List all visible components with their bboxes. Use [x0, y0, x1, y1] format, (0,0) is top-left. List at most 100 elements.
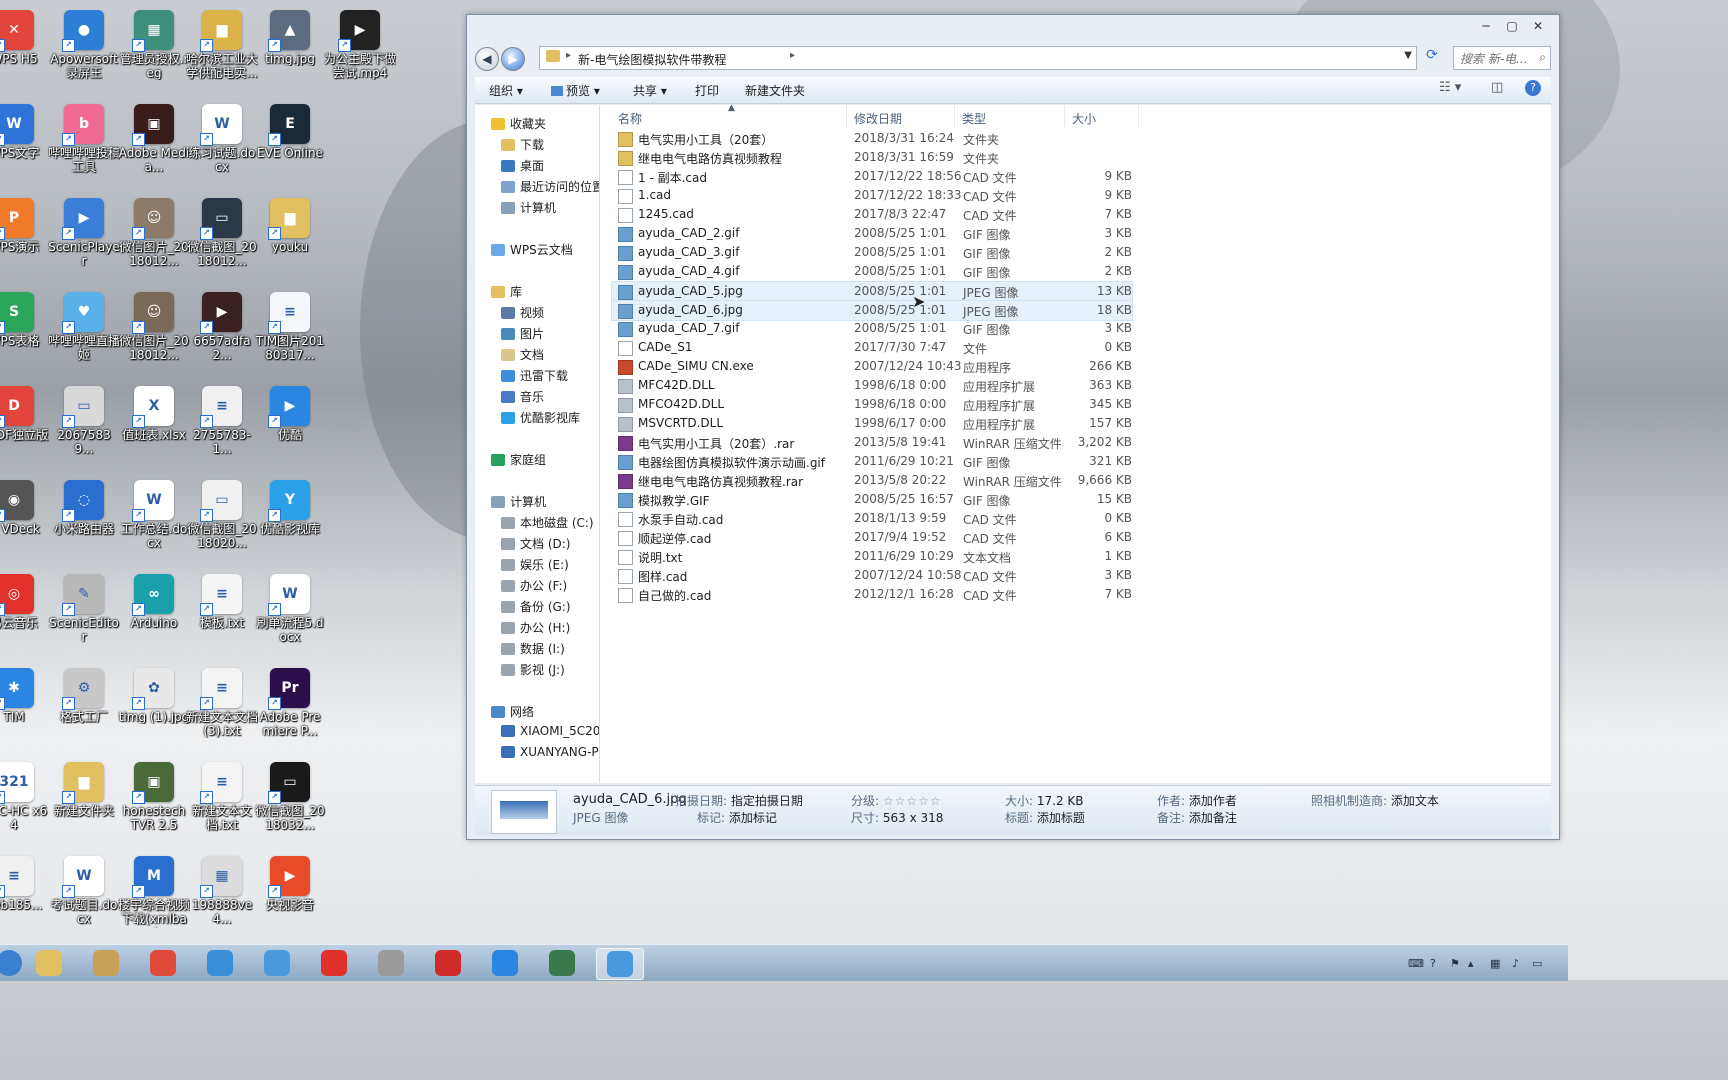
- desktop-icon[interactable]: b ↗ 哔哩哔哩投稿工具: [48, 98, 120, 190]
- desktop-icon[interactable]: ◌ ↗ 小米路由器: [48, 474, 120, 566]
- desktop-icon[interactable]: M↗楼宇综合视频下载(xmlbar): [118, 850, 190, 942]
- desktop-icon[interactable]: ≡ ↗ 模板.txt: [186, 568, 258, 660]
- column-name[interactable]: 名称: [618, 110, 642, 127]
- desktop-icon[interactable]: W↗WPS文字: [0, 98, 50, 190]
- rating-stars-icon[interactable]: ☆☆☆☆☆: [883, 794, 942, 808]
- desktop-icon[interactable]: X ↗ 值班表.xlsx: [118, 380, 190, 472]
- address-bar[interactable]: ▸ 新-电气绘图模拟软件带教程 ▸ ▼: [539, 46, 1417, 70]
- nav-fav-3[interactable]: 计算机: [501, 199, 556, 216]
- nav-drive-1[interactable]: 文档 (D:): [501, 535, 570, 552]
- search-icon[interactable]: ⌕: [1539, 50, 1546, 65]
- desktop-icon[interactable]: ☺ ↗ 微信图片_2018012...: [118, 286, 190, 378]
- desktop-icon[interactable]: ◎↗易云音乐: [0, 568, 50, 660]
- minimize-button[interactable]: ─: [1473, 17, 1499, 35]
- desktop-icon[interactable]: W ↗ 考试题目.docx: [48, 850, 120, 942]
- file-row[interactable]: 1.cad 2017/12/22 18:33 CAD 文件 9 KB: [612, 186, 1132, 205]
- view-options-icon[interactable]: ☷ ▾: [1439, 80, 1461, 95]
- desktop-icon[interactable]: E ↗ EVE Online: [254, 98, 326, 190]
- nav-drive-4[interactable]: 备份 (G:): [501, 598, 571, 615]
- file-row[interactable]: 1 - 副本.cad 2017/12/22 18:56 CAD 文件 9 KB: [612, 167, 1132, 186]
- nav-net-1[interactable]: XUANYANG-PC: [501, 745, 599, 759]
- file-row[interactable]: ayuda_CAD_6.jpg 2008/5/25 1:01 JPEG 图像 18 K…: [611, 300, 1133, 321]
- desktop-icon[interactable]: ⚙ ↗ 格式工厂: [48, 662, 120, 754]
- tray-help-icon[interactable]: ?: [1430, 957, 1436, 970]
- nav-lib-5[interactable]: 优酷影视库: [501, 409, 580, 426]
- desktop-icon[interactable]: ▣ ↗ honestech TVR 2.5: [118, 756, 190, 848]
- details-comment-value[interactable]: 添加备注: [1189, 811, 1237, 825]
- history-dropdown-icon[interactable]: ▼: [1404, 50, 1412, 61]
- desktop-icon[interactable]: ≡ ↗ TIM图片20180317...: [254, 286, 326, 378]
- file-row[interactable]: 说明.txt 2011/6/29 10:29 文本文档 1 KB: [612, 547, 1132, 566]
- desktop-icon[interactable]: ☺ ↗ 微信图片_2018012...: [118, 192, 190, 284]
- preview-button[interactable]: 预览 ▾: [551, 82, 600, 99]
- desktop-icon[interactable]: ◉↗D VDeck: [0, 474, 50, 566]
- details-author-value[interactable]: 添加作者: [1189, 794, 1237, 808]
- desktop-icon[interactable]: ▶ ↗ 央视影音: [254, 850, 326, 942]
- nav-wps-cloud[interactable]: WPS云文档: [491, 241, 573, 258]
- tray-network-icon[interactable]: ▦: [1490, 957, 1500, 970]
- taskbar-network[interactable]: [197, 948, 243, 978]
- desktop-icon[interactable]: ✎ ↗ ScenicEditor: [48, 568, 120, 660]
- nav-network[interactable]: 网络: [491, 703, 534, 720]
- file-row[interactable]: 电器绘图仿真模拟软件演示动画.gif 2011/6/29 10:21 GIF 图像 3…: [612, 452, 1132, 471]
- tray-flag-icon[interactable]: ⚑: [1450, 957, 1460, 970]
- desktop-icon[interactable]: ▶ ↗ 为公主殿下做尝试.mp4: [324, 4, 396, 96]
- nav-lib-2[interactable]: 文档: [501, 346, 544, 363]
- desktop-icon[interactable]: 321↗MPC-HC x64: [0, 756, 50, 848]
- column-date[interactable]: 修改日期: [854, 110, 902, 127]
- desktop-icon[interactable]: P↗WPS演示: [0, 192, 50, 284]
- desktop-icon[interactable]: ✕↗WPS H5: [0, 4, 50, 96]
- file-row[interactable]: 顺起逆停.cad 2017/9/4 19:52 CAD 文件 6 KB: [612, 528, 1132, 547]
- desktop-icon[interactable]: W ↗ 刷单流程5.docx: [254, 568, 326, 660]
- file-row[interactable]: ayuda_CAD_2.gif 2008/5/25 1:01 GIF 图像 3 KB: [612, 224, 1132, 243]
- organize-button[interactable]: 组织 ▾: [489, 82, 523, 99]
- file-row[interactable]: 水泵手自动.cad 2018/1/13 9:59 CAD 文件 0 KB: [612, 509, 1132, 528]
- nav-fav-0[interactable]: 下载: [501, 136, 544, 153]
- close-button[interactable]: ✕: [1525, 17, 1551, 35]
- taskbar-media[interactable]: [83, 948, 129, 978]
- file-row[interactable]: 电气实用小工具（20套）.rar 2013/5/8 19:41 WinRAR 压缩文…: [612, 433, 1132, 452]
- desktop-icon[interactable]: ♥ ↗ 哔哩哔哩直播姬: [48, 286, 120, 378]
- nav-homegroup[interactable]: 家庭组: [491, 451, 546, 468]
- file-row[interactable]: 1245.cad 2017/8/3 22:47 CAD 文件 7 KB: [612, 205, 1132, 224]
- file-row[interactable]: MFC42D.DLL 1998/6/18 0:00 应用程序扩展 363 KB: [612, 376, 1132, 395]
- column-type[interactable]: 类型: [962, 110, 986, 127]
- file-row[interactable]: MFCO42D.DLL 1998/6/18 0:00 应用程序扩展 345 KB: [612, 395, 1132, 414]
- desktop-icon[interactable]: ▦ ↗ 管理员授权.reg: [118, 4, 190, 96]
- desktop-icon[interactable]: W ↗ 工作总结.docx: [118, 474, 190, 566]
- desktop-icon[interactable]: ▭ ↗ 微信截图_2018032...: [254, 756, 326, 848]
- desktop-icon[interactable]: ▆ ↗ youku: [254, 192, 326, 284]
- file-row[interactable]: 继电电气电路仿真视频教程.rar 2013/5/8 20:22 WinRAR 压缩文…: [612, 471, 1132, 490]
- nav-library[interactable]: 库: [491, 283, 522, 300]
- nav-drive-5[interactable]: 办公 (H:): [501, 619, 570, 636]
- nav-drive-0[interactable]: 本地磁盘 (C:): [501, 514, 594, 531]
- nav-lib-4[interactable]: 音乐: [501, 388, 544, 405]
- file-row[interactable]: 图样.cad 2007/12/24 10:58 CAD 文件 3 KB: [612, 566, 1132, 585]
- taskbar-video[interactable]: [425, 948, 471, 978]
- desktop-icon[interactable]: ▆ ↗ 哈尔滨工业大学供配电实...: [186, 4, 258, 96]
- refresh-icon[interactable]: ⟳: [1421, 47, 1443, 67]
- desktop-icon[interactable]: ≡ ↗ 新建文本文档(3).txt: [186, 662, 258, 754]
- nav-drive-3[interactable]: 办公 (F:): [501, 577, 567, 594]
- back-button[interactable]: ◀: [475, 47, 499, 71]
- print-button[interactable]: 打印: [695, 82, 719, 99]
- tray-display-icon[interactable]: ▭: [1532, 957, 1542, 970]
- desktop-icon[interactable]: Y ↗ 优酷影视库: [254, 474, 326, 566]
- tray-keyboard-icon[interactable]: ⌨: [1408, 957, 1424, 970]
- desktop-icon[interactable]: ▶ ↗ 6657adfa2...: [186, 286, 258, 378]
- desktop-icon[interactable]: ▶ ↗ ScenicPlayer: [48, 192, 120, 284]
- search-box[interactable]: ⌕: [1453, 46, 1551, 70]
- desktop-icon[interactable]: ▭ ↗ 20675839...: [48, 380, 120, 472]
- path-chevron-icon[interactable]: ▸: [790, 50, 795, 61]
- file-row[interactable]: CADe_SIMU CN.exe 2007/12/24 10:43 应用程序 266 …: [612, 357, 1132, 376]
- file-row[interactable]: 自己做的.cad 2012/12/1 16:28 CAD 文件 7 KB: [612, 585, 1132, 604]
- taskbar-explorer[interactable]: [26, 948, 72, 978]
- taskbar-youku[interactable]: [482, 948, 528, 978]
- desktop-icon[interactable]: ≡↗5eb185...: [0, 850, 50, 942]
- details-camera-value[interactable]: 添加文本: [1391, 794, 1439, 808]
- taskbar-chrome[interactable]: [140, 948, 186, 978]
- nav-favorites[interactable]: 收藏夹: [491, 115, 546, 132]
- details-date-value[interactable]: 指定拍摄日期: [731, 794, 803, 808]
- search-input[interactable]: [1458, 49, 1532, 69]
- details-title-value[interactable]: 添加标题: [1037, 811, 1085, 825]
